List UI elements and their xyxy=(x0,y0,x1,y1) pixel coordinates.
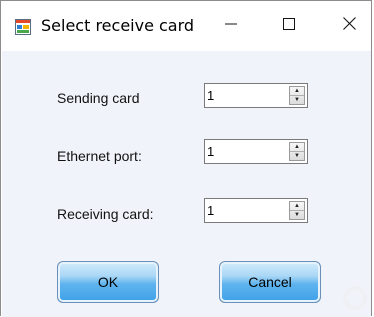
receiving-card-spinbox[interactable]: ▲ ▼ xyxy=(204,198,308,223)
app-window-icon xyxy=(15,19,31,35)
spin-up-icon[interactable]: ▲ xyxy=(290,202,304,211)
title-bar[interactable]: Select receive card xyxy=(1,1,371,51)
ethernet-port-label: Ethernet port: xyxy=(57,148,142,164)
receiving-card-input[interactable] xyxy=(205,199,289,222)
spin-down-icon[interactable]: ▼ xyxy=(290,211,304,219)
minimize-icon xyxy=(225,17,237,35)
maximize-button[interactable] xyxy=(269,9,309,43)
decorative-circle xyxy=(343,286,367,310)
window-title: Select receive card xyxy=(41,16,195,35)
ethernet-port-input[interactable] xyxy=(205,140,289,163)
ethernet-port-spinbox[interactable]: ▲ ▼ xyxy=(204,139,308,164)
minimize-button[interactable] xyxy=(211,9,251,43)
spin-up-icon[interactable]: ▲ xyxy=(290,87,304,96)
receiving-card-label: Receiving card: xyxy=(57,206,154,222)
ok-button[interactable]: OK xyxy=(57,261,159,303)
spin-down-icon[interactable]: ▼ xyxy=(290,96,304,104)
dialog-window: Select receive card Sending card ▲ ▼ Eth… xyxy=(0,0,372,317)
ethernet-port-stepper[interactable]: ▲ ▼ xyxy=(289,142,305,161)
maximize-icon xyxy=(283,17,295,35)
spin-down-icon[interactable]: ▼ xyxy=(290,152,304,160)
cancel-button[interactable]: Cancel xyxy=(219,261,321,303)
receiving-card-stepper[interactable]: ▲ ▼ xyxy=(289,201,305,220)
spin-up-icon[interactable]: ▲ xyxy=(290,143,304,152)
close-icon xyxy=(342,17,356,35)
sending-card-label: Sending card xyxy=(57,90,140,106)
sending-card-input[interactable] xyxy=(205,84,289,107)
sending-card-spinbox[interactable]: ▲ ▼ xyxy=(204,83,308,108)
sending-card-stepper[interactable]: ▲ ▼ xyxy=(289,86,305,105)
close-button[interactable] xyxy=(329,9,369,43)
